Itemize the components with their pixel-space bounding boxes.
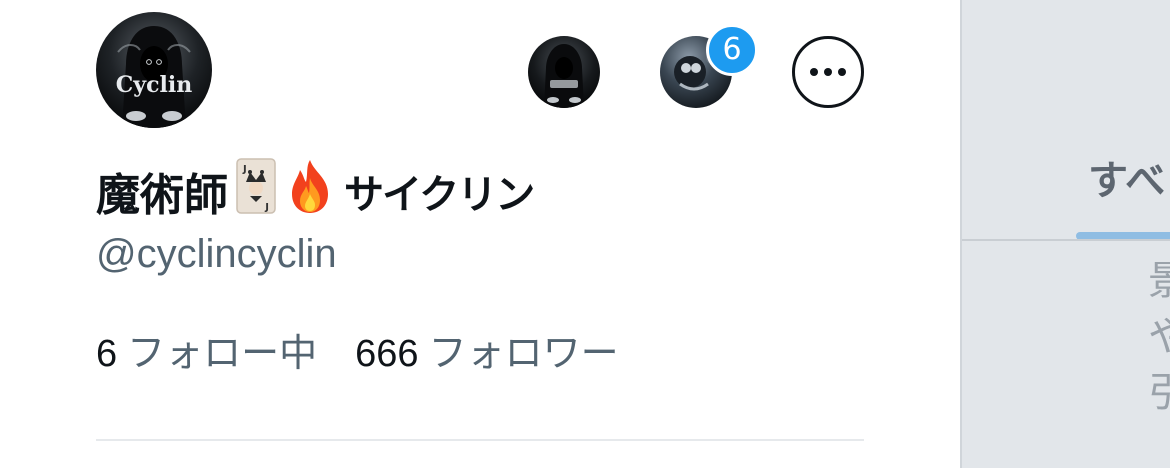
display-name-text: 魔術師 [96, 170, 228, 221]
followers-label: フォロワー [428, 331, 619, 375]
display-name-suffix: サイクリン [344, 172, 535, 218]
more-options-icon [810, 68, 818, 76]
following-link[interactable]: 6 フォロー中 [96, 322, 317, 377]
background-text-line: 景 [1148, 248, 1170, 306]
profile-avatar[interactable]: Cyclin [96, 12, 212, 128]
fire-icon [284, 158, 336, 225]
background-text-line: 引 [1148, 360, 1170, 418]
avatar-text: Cyclin [116, 72, 192, 98]
following-count: 6 [96, 333, 118, 375]
following-label: フォロー中 [127, 331, 318, 375]
account-avatar-icon [528, 36, 600, 108]
svg-text:J: J [242, 164, 247, 175]
more-options-button[interactable] [792, 36, 864, 108]
background-text-line: や [1148, 304, 1170, 362]
background-tab-label: すべ [1088, 158, 1166, 204]
followers-count: 666 [355, 333, 419, 375]
notification-badge: 6 [706, 24, 758, 76]
joker-card-icon: J J [236, 157, 276, 225]
hooded-figure-avatar-icon: Cyclin [96, 12, 212, 128]
svg-text:J: J [264, 202, 269, 213]
more-dot [824, 68, 832, 76]
background-divider [962, 239, 1170, 241]
more-dot [838, 68, 846, 76]
section-divider [96, 439, 864, 441]
profile-drawer: Cyclin 6 魔術師 J J サイクリン @cyclincyclin 6 フ… [0, 0, 960, 468]
follow-stats: 6 フォロー中 666 フォロワー [96, 322, 619, 377]
account-avatar-1[interactable] [528, 36, 600, 108]
display-name[interactable]: 魔術師 J J サイクリン [96, 156, 535, 226]
app-screen: Cyclin 6 魔術師 J J サイクリン @cyclincyclin 6 フ… [0, 0, 1170, 468]
followers-link[interactable]: 666 フォロワー [355, 322, 618, 377]
user-handle[interactable]: @cyclincyclin [96, 232, 337, 277]
background-panel: すべ 景 や 引 [960, 0, 1170, 468]
